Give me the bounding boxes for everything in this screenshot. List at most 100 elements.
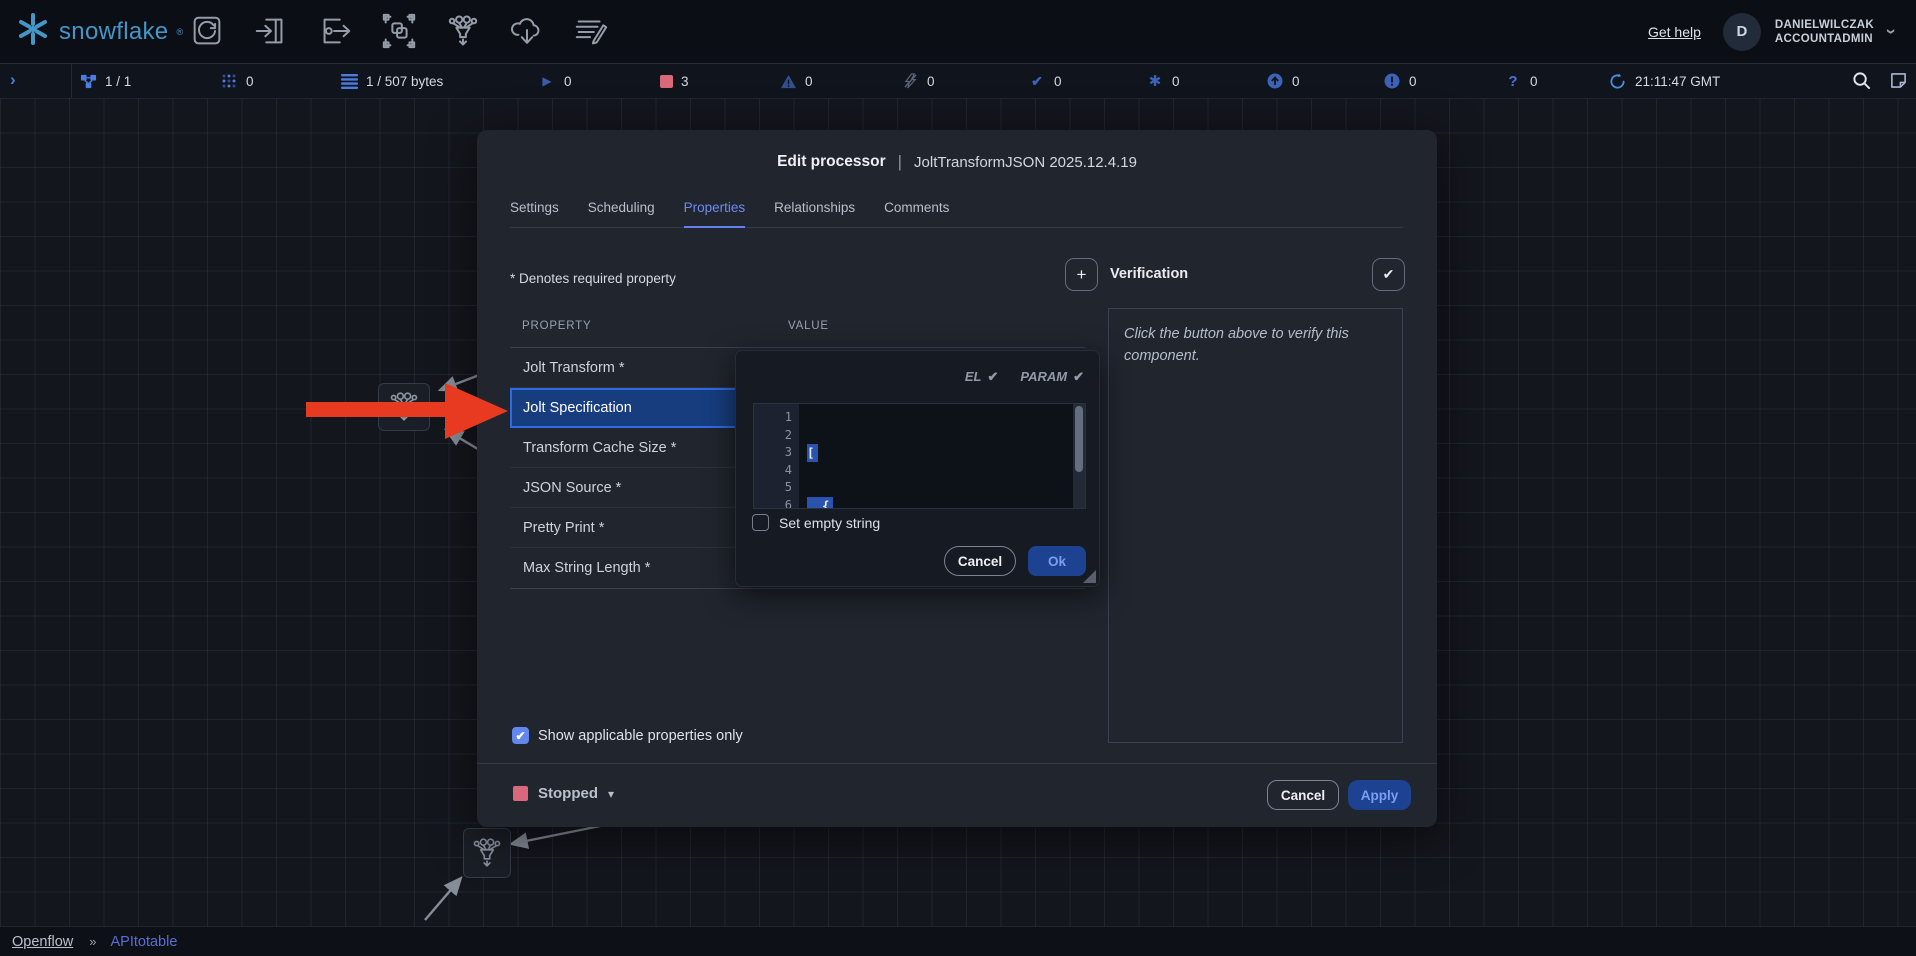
verification-title: Verification <box>1110 266 1188 282</box>
process-group-icon[interactable] <box>379 11 419 51</box>
funnel-icon[interactable] <box>443 11 483 51</box>
top-header-bar: snowflake ® <box>0 0 1916 63</box>
resize-handle[interactable] <box>1083 570 1096 583</box>
dialog-apply-button[interactable]: Apply <box>1348 780 1411 810</box>
account-names: DANIELWILCZAK ACCOUNTADMIN <box>1775 18 1874 46</box>
parameter-cloud-icon[interactable] <box>507 11 547 51</box>
funnel-icon <box>386 389 422 425</box>
stopped-icon <box>660 75 673 88</box>
running-count: 0 <box>564 74 572 89</box>
param-check-icon: ✔ <box>1073 369 1084 384</box>
set-empty-string-label[interactable]: Set empty string <box>779 515 880 531</box>
run-status-dropdown[interactable]: Stopped ▾ <box>513 785 614 802</box>
refresh-icon[interactable] <box>1608 72 1626 90</box>
editor-scrollbar[interactable] <box>1073 404 1085 508</box>
tab-settings[interactable]: Settings <box>510 200 559 227</box>
disabled-icon <box>901 72 919 90</box>
openflow-app: snowflake ® <box>0 0 1916 956</box>
show-applicable-checkbox[interactable]: ✔ <box>512 727 529 744</box>
invalid-icon <box>779 72 797 90</box>
status-running: ▶ 0 <box>538 64 572 98</box>
stale-count: 0 <box>1292 74 1300 89</box>
output-port-icon[interactable] <box>315 11 355 51</box>
cluster-icon <box>79 72 97 90</box>
el-check-icon: ✔ <box>987 369 998 384</box>
show-applicable-label[interactable]: Show applicable properties only <box>538 728 743 744</box>
funnel-component[interactable] <box>463 828 511 878</box>
status-cluster: 1 / 1 <box>79 64 131 98</box>
flow-status-bar: › 1 / 1 0 1 / 507 bytes ▶ 0 3 <box>0 63 1916 98</box>
line-number: 5 <box>754 479 792 497</box>
title-separator: | <box>898 152 902 172</box>
sync-failure-count: 0 <box>1409 74 1417 89</box>
dialog-tabs: Settings Scheduling Properties Relations… <box>510 200 1403 228</box>
stopped-status-label: Stopped <box>538 785 598 802</box>
status-stopped: 3 <box>660 64 689 98</box>
status-up-to-date: ✔ 0 <box>1028 64 1062 98</box>
tab-relationships[interactable]: Relationships <box>774 200 855 227</box>
active-threads-count: 0 <box>246 74 254 89</box>
add-property-button[interactable]: + <box>1065 258 1098 291</box>
active-threads-icon <box>220 72 238 90</box>
status-unknown-version: ? 0 <box>1504 64 1538 98</box>
property-column-header: PROPERTY <box>522 320 591 332</box>
code-content[interactable]: [ { "operation": "shift", "spec": { "@":… <box>799 404 1073 508</box>
el-flag: EL ✔ <box>965 369 999 385</box>
status-active-threads: 0 <box>220 64 254 98</box>
set-empty-string-checkbox[interactable] <box>752 514 769 531</box>
brand-registered-mark: ® <box>176 27 183 37</box>
expand-chevron-icon[interactable]: › <box>10 70 16 90</box>
get-help-link[interactable]: Get help <box>1648 24 1701 40</box>
editor-ok-button[interactable]: Ok <box>1028 546 1086 576</box>
verification-hint: Click the button above to verify this co… <box>1124 323 1387 368</box>
set-empty-string-row: Set empty string <box>752 514 880 531</box>
tab-properties[interactable]: Properties <box>684 200 746 227</box>
unknown-version-icon: ? <box>1504 72 1522 90</box>
input-port-icon[interactable] <box>251 11 291 51</box>
tab-scheduling[interactable]: Scheduling <box>588 200 655 227</box>
unknown-version-count: 0 <box>1530 74 1538 89</box>
avatar[interactable]: D <box>1723 13 1761 51</box>
scrollbar-thumb[interactable] <box>1075 406 1083 472</box>
status-stale: 0 <box>1266 64 1300 98</box>
label-icon[interactable] <box>571 11 611 51</box>
invalid-count: 0 <box>805 74 813 89</box>
processor-icon[interactable] <box>187 11 227 51</box>
disabled-count: 0 <box>927 74 935 89</box>
el-label: EL <box>965 369 982 384</box>
breadcrumb-separator: » <box>89 934 96 949</box>
status-invalid: 0 <box>779 64 813 98</box>
verify-button[interactable]: ✔ <box>1372 258 1405 291</box>
line-number: 1 <box>754 409 792 427</box>
dialog-cancel-button[interactable]: Cancel <box>1267 780 1339 810</box>
running-icon: ▶ <box>538 72 556 90</box>
editor-cancel-button[interactable]: Cancel <box>944 546 1016 576</box>
tab-comments[interactable]: Comments <box>884 200 949 227</box>
account-chevron-down-icon[interactable]: › <box>1881 29 1902 35</box>
stale-icon <box>1266 72 1284 90</box>
status-sync-failure: 0 <box>1383 64 1417 98</box>
editor-flags: EL✔ PARAM✔ <box>965 369 1084 385</box>
search-icon[interactable] <box>1852 71 1871 95</box>
line-number: 6 <box>754 497 792 510</box>
breadcrumb-current-link[interactable]: APItotable <box>111 934 178 950</box>
up-to-date-count: 0 <box>1054 74 1062 89</box>
locally-modified-count: 0 <box>1172 74 1180 89</box>
role: ACCOUNTADMIN <box>1775 32 1874 46</box>
code-line: { <box>807 497 833 509</box>
note-icon[interactable] <box>1890 72 1907 94</box>
verification-panel: Click the button above to verify this co… <box>1108 308 1403 743</box>
username: DANIELWILCZAK <box>1775 18 1874 32</box>
breadcrumb-root-link[interactable]: Openflow <box>12 934 73 950</box>
funnel-icon <box>469 835 505 871</box>
locally-modified-icon: ✱ <box>1146 72 1164 90</box>
value-editor-popup: EL✔ PARAM✔ 1 2 3 4 5 6 [ { <box>735 350 1100 587</box>
value-column-header: VALUE <box>788 320 829 332</box>
component-toolbar <box>187 11 611 51</box>
funnel-component[interactable] <box>378 383 430 431</box>
status-locally-modified: ✱ 0 <box>1146 64 1180 98</box>
line-number: 4 <box>754 462 792 480</box>
code-editor[interactable]: 1 2 3 4 5 6 [ { "operation": "shift", "s… <box>753 403 1086 509</box>
dialog-title: Edit processor <box>777 153 886 171</box>
cluster-count: 1 / 1 <box>105 74 131 89</box>
